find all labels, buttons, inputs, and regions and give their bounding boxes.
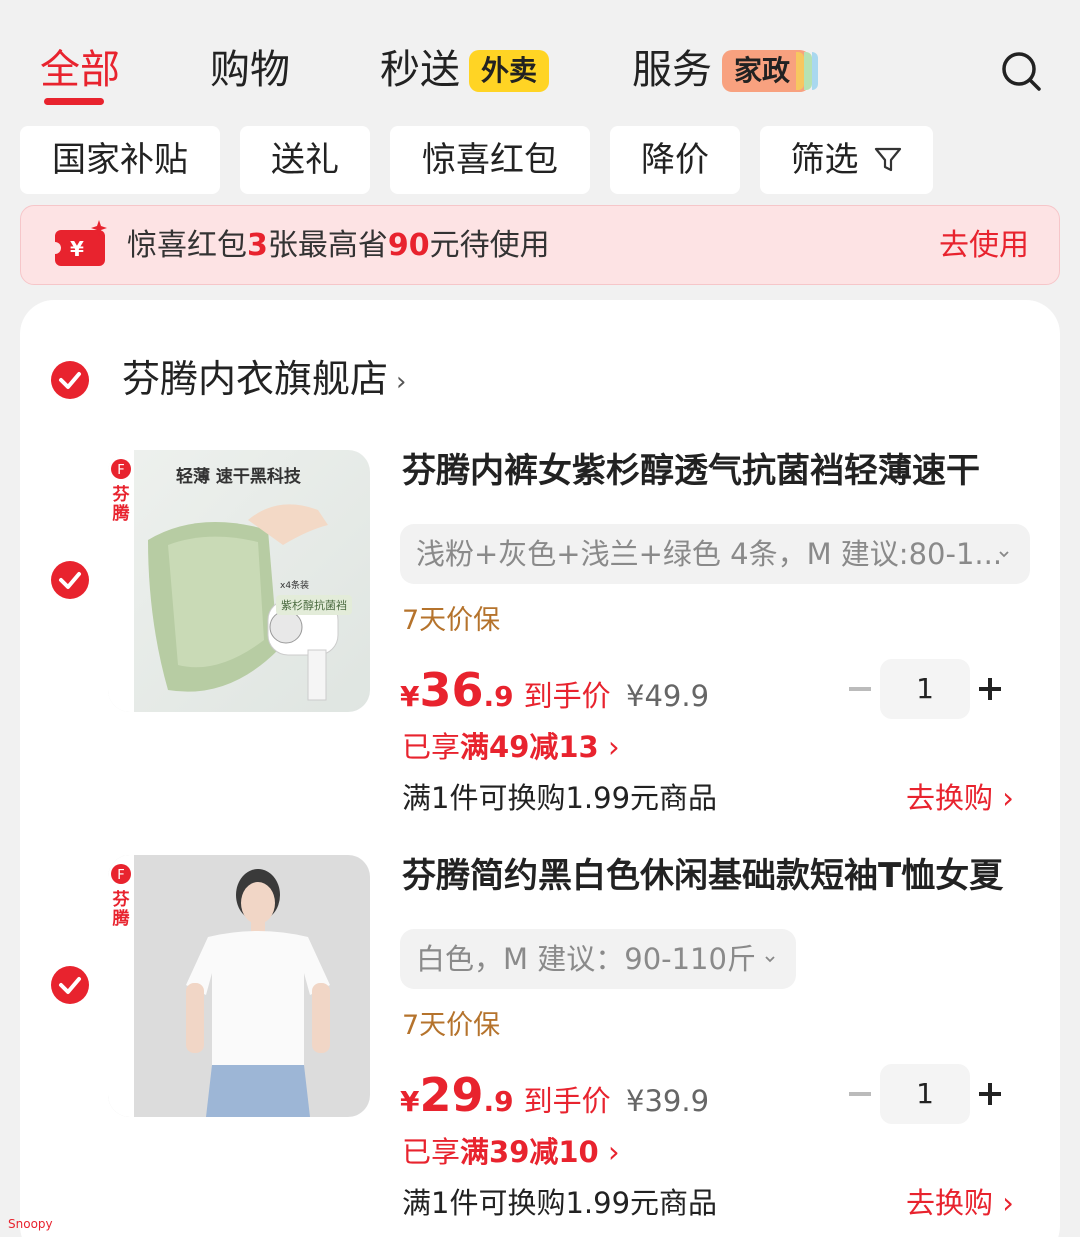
filter-label: 筛选 <box>790 140 859 180</box>
product-image[interactable]: F 芬腾 <box>108 855 370 1117</box>
store-name[interactable]: 芬腾内衣旗舰店 › <box>122 352 406 409</box>
product-title[interactable]: 芬腾简约黑白色休闲基础款短袖T恤女夏 <box>402 853 1003 899</box>
product-title[interactable]: 芬腾内裤女紫杉醇透气抗菌裆轻薄速干 <box>402 448 980 494</box>
red-packet-icon: ¥ <box>53 220 107 266</box>
product-image[interactable]: F 芬腾 轻薄 速干黑科技 紫杉醇抗菌裆 x4条装 <box>108 450 370 712</box>
tab-all[interactable]: 全部 <box>40 44 120 96</box>
minus-icon[interactable] <box>849 1092 871 1096</box>
filter-surprise-red-packet[interactable]: 惊喜红包 <box>390 126 590 194</box>
badge-stripe <box>812 52 818 90</box>
exchange-offer: 满1件可换购1.99元商品 <box>402 781 718 815</box>
sku-text: 浅粉+灰色+浅兰+绿色 4条，M 建议:80-1... <box>416 537 1003 571</box>
chevron-down-icon <box>999 551 1009 558</box>
takeout-badge: 外卖 <box>469 50 550 92</box>
image-count: x4条装 <box>280 581 310 591</box>
brand-strip: F 芬腾 <box>108 450 134 712</box>
final-price: ¥29.9 到手价 <box>400 1068 611 1122</box>
go-exchange-link[interactable]: 去换购 › <box>906 1182 1014 1224</box>
quantity-input[interactable]: 1 <box>880 659 970 719</box>
sku-selector[interactable]: 浅粉+灰色+浅兰+绿色 4条，M 建议:80-1... <box>400 524 1030 584</box>
brand-strip: F 芬腾 <box>108 855 134 1117</box>
search-icon[interactable] <box>1000 50 1042 92</box>
active-tab-indicator <box>44 98 104 105</box>
chevron-right-icon: › <box>396 366 407 397</box>
plus-icon[interactable] <box>979 678 1001 700</box>
discount-info[interactable]: 已享满49减13 › <box>402 726 620 768</box>
discount-info[interactable]: 已享满39减10 › <box>402 1131 620 1173</box>
svg-text:¥: ¥ <box>70 237 84 261</box>
brand-text: 芬腾 <box>112 890 130 929</box>
minus-icon[interactable] <box>849 687 871 691</box>
store-checkbox-icon[interactable] <box>50 360 90 400</box>
filter-national-subsidy[interactable]: 国家补贴 <box>20 126 220 194</box>
go-exchange-link[interactable]: 去换购 › <box>906 777 1014 819</box>
tab-instant-delivery[interactable]: 秒送 <box>380 44 460 96</box>
tab-services[interactable]: 服务 <box>632 44 712 96</box>
tab-shopping[interactable]: 购物 <box>210 44 290 96</box>
price-protection-badge: 7天价保 <box>402 605 501 636</box>
item-checkbox-icon[interactable] <box>50 965 90 1005</box>
brand-logo-icon: F <box>111 459 131 479</box>
tshirt-product-photo <box>108 855 370 1117</box>
image-headline: 轻薄 速干黑科技 <box>176 467 301 487</box>
quantity-input[interactable]: 1 <box>880 1064 970 1124</box>
coupon-text: 惊喜红包3张最高省90元待使用 <box>127 228 550 263</box>
plus-icon[interactable] <box>979 1083 1001 1105</box>
filter-gift[interactable]: 送礼 <box>240 126 370 194</box>
exchange-offer: 满1件可换购1.99元商品 <box>402 1186 718 1220</box>
badge-stripe <box>804 52 812 90</box>
coupon-banner[interactable]: ¥ 惊喜红包3张最高省90元待使用 去使用 <box>20 205 1060 285</box>
sku-text: 白色，M 建议：90-110斤 <box>416 942 756 976</box>
image-tag: 紫杉醇抗菌裆 <box>276 595 352 615</box>
svg-text:F: F <box>117 463 124 478</box>
top-tab-bar: 全部 购物 秒送 外卖 服务 家政 <box>0 0 1080 120</box>
sku-selector[interactable]: 白色，M 建议：90-110斤 <box>400 929 796 989</box>
original-price: ¥39.9 <box>626 1084 710 1118</box>
filter-button[interactable]: 筛选 <box>760 126 933 194</box>
price-protection-badge: 7天价保 <box>402 1010 501 1041</box>
brand-logo-icon: F <box>111 864 131 884</box>
funnel-icon <box>874 147 901 171</box>
item-checkbox-icon[interactable] <box>50 560 90 600</box>
watermark: Snoopy <box>8 1217 53 1231</box>
badge-stripe <box>796 52 804 90</box>
chevron-down-icon <box>765 956 775 963</box>
svg-text:F: F <box>117 868 124 883</box>
brand-text: 芬腾 <box>112 485 130 524</box>
original-price: ¥49.9 <box>626 679 710 713</box>
final-price: ¥36.9 到手价 <box>400 663 611 717</box>
underwear-product-photo <box>108 450 370 712</box>
use-coupon-link[interactable]: 去使用 <box>939 224 1029 268</box>
filter-price-drop[interactable]: 降价 <box>610 126 740 194</box>
